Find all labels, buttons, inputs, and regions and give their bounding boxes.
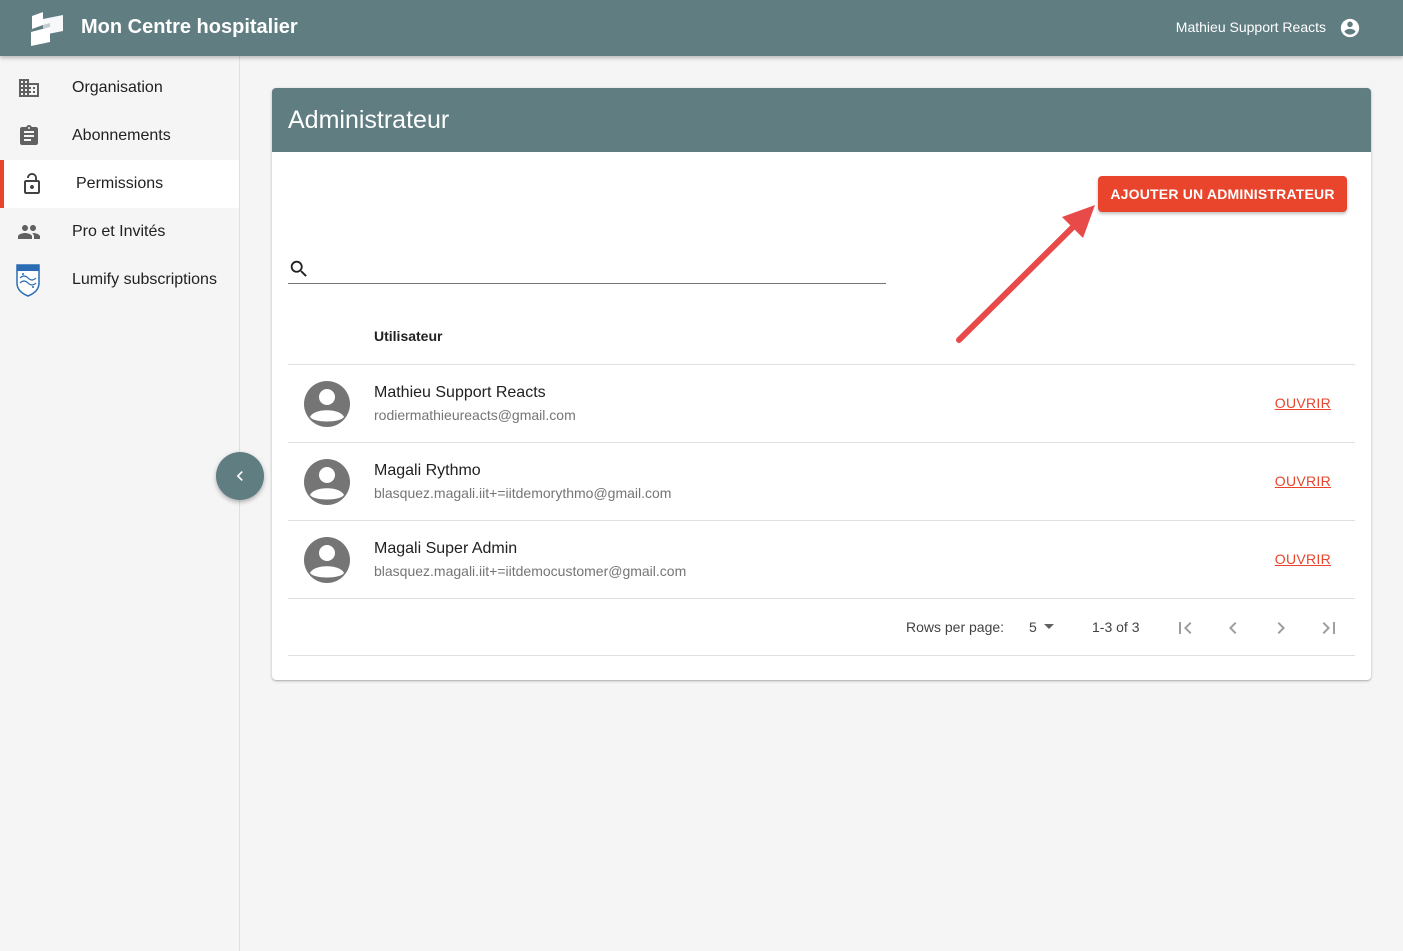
table-row: Magali Super Admin blasquez.magali.iit+=… bbox=[288, 520, 1355, 598]
sidebar-item-label: Abonnements bbox=[72, 127, 171, 144]
user-name-cell: Mathieu Support Reacts bbox=[374, 384, 546, 401]
user-name: Mathieu Support Reacts bbox=[1175, 19, 1326, 35]
user-avatar-icon bbox=[304, 381, 350, 427]
sidebar-item-organisation[interactable]: Organisation bbox=[0, 64, 239, 112]
column-header-utilisateur: Utilisateur bbox=[374, 328, 443, 344]
app-logo-icon bbox=[31, 12, 63, 46]
first-page-icon[interactable] bbox=[1173, 616, 1197, 640]
building-icon bbox=[19, 79, 39, 97]
rows-per-page-value: 5 bbox=[1029, 619, 1037, 635]
sidebar-item-label: Pro et Invités bbox=[72, 223, 166, 240]
open-user-link[interactable]: OUVRIR bbox=[1275, 551, 1331, 567]
people-icon bbox=[18, 225, 40, 239]
search-input[interactable] bbox=[318, 256, 878, 282]
table-pagination: Rows per page: 5 1-3 of 3 bbox=[288, 598, 1355, 656]
sidebar-item-label: Lumify subscriptions bbox=[72, 271, 217, 288]
app-title: Mon Centre hospitalier bbox=[81, 16, 298, 38]
account-circle-icon[interactable] bbox=[1339, 17, 1361, 39]
sidebar-item-lumify-subscriptions[interactable]: Lumify subscriptions bbox=[0, 256, 239, 304]
user-name-cell: Magali Rythmo bbox=[374, 462, 481, 479]
lock-open-icon bbox=[24, 173, 40, 194]
sidebar-item-permissions[interactable]: Permissions bbox=[0, 160, 239, 208]
table-row: Mathieu Support Reacts rodiermathieureac… bbox=[288, 364, 1355, 442]
user-email-cell: rodiermathieureacts@gmail.com bbox=[374, 407, 576, 423]
sidebar-item-label: Organisation bbox=[72, 79, 163, 96]
table-row: Magali Rythmo blasquez.magali.iit+=iitde… bbox=[288, 442, 1355, 520]
card-header: Administrateur bbox=[272, 88, 1371, 152]
user-name-cell: Magali Super Admin bbox=[374, 540, 518, 557]
clipboard-icon bbox=[20, 125, 38, 145]
next-page-icon[interactable] bbox=[1269, 616, 1293, 640]
previous-page-icon[interactable] bbox=[1221, 616, 1245, 640]
search-icon bbox=[290, 260, 307, 277]
rows-per-page-label: Rows per page: bbox=[906, 619, 1005, 635]
administrators-card: Administrateur AJOUTER UN ADMINISTRATEUR… bbox=[272, 88, 1371, 680]
sidebar-item-pro-et-invites[interactable]: Pro et Invités bbox=[0, 208, 239, 256]
last-page-icon[interactable] bbox=[1317, 616, 1341, 640]
sidebar: Organisation Abonnements Permissions Pro… bbox=[0, 56, 240, 951]
user-email-cell: blasquez.magali.iit+=iitdemocustomer@gma… bbox=[374, 563, 687, 579]
open-user-link[interactable]: OUVRIR bbox=[1275, 395, 1331, 411]
caret-down-icon bbox=[1044, 624, 1054, 629]
page-range: 1-3 of 3 bbox=[1092, 619, 1140, 635]
page-title: Administrateur bbox=[288, 106, 450, 134]
sidebar-collapse-button[interactable] bbox=[216, 452, 264, 500]
search-field bbox=[288, 254, 886, 284]
sidebar-item-abonnements[interactable]: Abonnements bbox=[0, 112, 239, 160]
open-user-link[interactable]: OUVRIR bbox=[1275, 473, 1331, 489]
app-bar: Mon Centre hospitalier Mathieu Support R… bbox=[0, 0, 1403, 56]
user-avatar-icon bbox=[304, 537, 350, 583]
sidebar-item-label: Permissions bbox=[76, 175, 164, 192]
user-email-cell: blasquez.magali.iit+=iitdemorythmo@gmail… bbox=[374, 485, 672, 501]
user-avatar-icon bbox=[304, 459, 350, 505]
philips-shield-icon bbox=[16, 264, 40, 297]
add-administrator-button[interactable]: AJOUTER UN ADMINISTRATEUR bbox=[1098, 176, 1347, 212]
chevron-left-icon bbox=[236, 471, 243, 481]
rows-per-page-select[interactable]: 5 bbox=[1029, 617, 1059, 639]
